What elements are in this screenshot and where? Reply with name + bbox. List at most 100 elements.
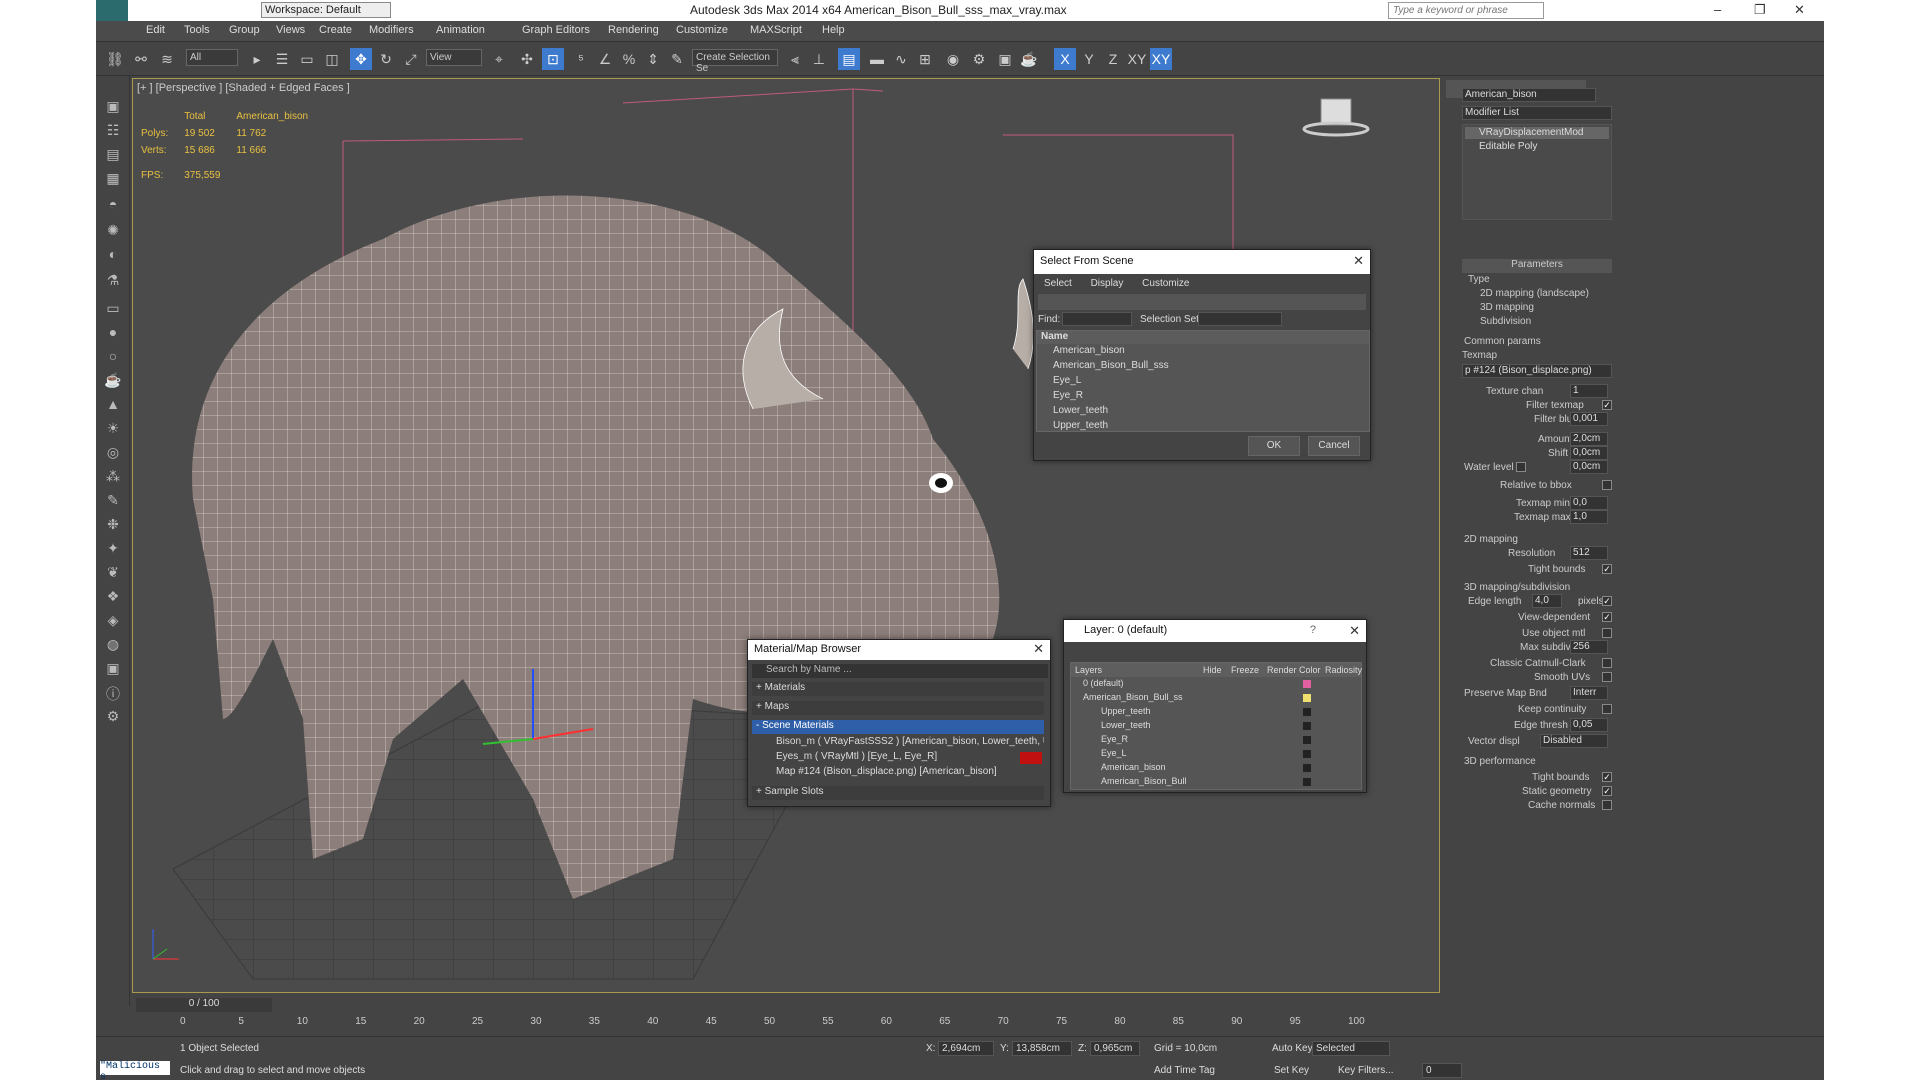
layer-row[interactable]: Lower_teeth — [1071, 720, 1361, 734]
search-input[interactable]: Type a keyword or phrase — [1388, 2, 1544, 19]
menu-customize[interactable]: Customize — [676, 24, 728, 36]
texmap-button[interactable]: p #124 (Bison_displace.png) — [1462, 364, 1612, 378]
tools-icon[interactable]: ⚙ — [102, 708, 124, 728]
cone-icon[interactable]: ▲ — [102, 396, 124, 416]
set-key-button[interactable]: Set Key — [1274, 1065, 1309, 1076]
tight-bounds2-checkbox[interactable]: ✓ — [1602, 772, 1612, 782]
helper-icon[interactable]: ◐ — [102, 246, 124, 266]
menu-graph-editors[interactable]: Graph Editors — [522, 24, 590, 36]
teapot-icon[interactable]: ☕ — [102, 372, 124, 392]
render-icon[interactable]: ☕ — [1018, 48, 1040, 70]
layer-color-swatch[interactable] — [1303, 736, 1311, 744]
material-item[interactable]: Map #124 (Bison_displace.png) [American_… — [762, 766, 1044, 780]
menu-rendering[interactable]: Rendering — [608, 24, 659, 36]
auto-key-button[interactable]: Auto Key — [1272, 1043, 1313, 1054]
menu-views[interactable]: Views — [276, 24, 305, 36]
rendered-frame-icon[interactable]: ▣ — [994, 48, 1016, 70]
layer-row[interactable]: American_Bison_Bull_ss — [1071, 692, 1361, 706]
viewcube-icon[interactable] — [1302, 98, 1370, 137]
menu-maxscript[interactable]: MAXScript — [750, 24, 802, 36]
layer-color-swatch[interactable] — [1303, 764, 1311, 772]
help-icon[interactable]: ? — [1310, 624, 1316, 636]
layer-row[interactable]: Eye_R — [1071, 734, 1361, 748]
layer-color-swatch[interactable] — [1303, 778, 1311, 786]
static-geometry-checkbox[interactable]: ✓ — [1602, 786, 1612, 796]
material-editor-icon[interactable]: ◉ — [942, 48, 964, 70]
filter-blur-input[interactable]: 0,001 — [1570, 412, 1608, 426]
unlink-icon[interactable]: ⚯ — [130, 48, 152, 70]
sphere-icon[interactable]: ● — [102, 324, 124, 344]
container-icon[interactable]: ▣ — [102, 98, 124, 118]
menu-animation[interactable]: Animation — [436, 24, 485, 36]
hair-icon[interactable]: ⁂ — [102, 468, 124, 488]
bind-space-warp-icon[interactable]: ≋ — [156, 48, 178, 70]
y-coordinate-input[interactable]: 13,858cm — [1012, 1041, 1072, 1056]
layer-row[interactable]: American_Bison_Bull — [1071, 776, 1361, 790]
layer-color-swatch[interactable] — [1303, 750, 1311, 758]
object-name-field[interactable]: American_bison — [1462, 88, 1596, 102]
menu-group[interactable]: Group — [229, 24, 260, 36]
rect-select-icon[interactable]: ▭ — [296, 48, 318, 70]
select-by-name-icon[interactable]: ☰ — [271, 48, 293, 70]
spinner-snap-icon[interactable]: ⇕ — [642, 48, 664, 70]
scale-icon[interactable]: ⤢ — [400, 48, 422, 70]
menu-modifiers[interactable]: Modifiers — [369, 24, 414, 36]
use-object-mtl-checkbox[interactable] — [1602, 628, 1612, 638]
keep-continuity-checkbox[interactable] — [1602, 704, 1612, 714]
key-mode-dropdown[interactable]: Selected — [1312, 1041, 1390, 1056]
maxscript-listener[interactable]: "Malicious s — [100, 1061, 170, 1080]
key-filters-button[interactable]: Key Filters... — [1338, 1065, 1394, 1076]
type-3d-radio[interactable]: 3D mapping — [1480, 302, 1534, 313]
layer-color-swatch[interactable] — [1303, 694, 1311, 702]
section-materials[interactable]: + Materials — [752, 682, 1044, 696]
light-icon[interactable]: ✺ — [102, 222, 124, 242]
stack-item-editable-poly[interactable]: Editable Poly — [1465, 141, 1609, 153]
move-icon[interactable]: ✥ — [350, 48, 372, 70]
section-scene-materials[interactable]: - Scene Materials — [752, 720, 1044, 734]
layers-icon[interactable]: ▤ — [102, 146, 124, 166]
layer-color-swatch[interactable] — [1303, 680, 1311, 688]
vector-displ-dropdown[interactable]: Disabled — [1540, 734, 1608, 748]
col-layers[interactable]: Layers — [1075, 665, 1102, 675]
particles-icon[interactable]: ❉ — [102, 516, 124, 536]
type-subdivision-radio[interactable]: Subdivision — [1480, 316, 1531, 327]
sun-icon[interactable]: ☀ — [102, 420, 124, 440]
axis-xy-button[interactable]: XY — [1126, 48, 1148, 70]
menu-create[interactable]: Create — [319, 24, 352, 36]
ribbon-icon[interactable]: ▬ — [866, 48, 888, 70]
curve-editor-icon[interactable]: ∿ — [890, 48, 912, 70]
edge-thresh-input[interactable]: 0,05 — [1570, 718, 1608, 732]
render-frame-icon[interactable]: ▣ — [102, 660, 124, 680]
selection-set-dropdown[interactable] — [1198, 312, 1282, 326]
cache-normals-checkbox[interactable] — [1602, 800, 1612, 810]
section-maps[interactable]: + Maps — [752, 701, 1044, 715]
stack-item-displacement[interactable]: VRayDisplacementMod — [1465, 127, 1609, 139]
app-logo-icon[interactable] — [96, 0, 128, 21]
axis-z-button[interactable]: Z — [1102, 48, 1124, 70]
percent-snap-icon[interactable]: % — [618, 48, 640, 70]
add-time-tag-button[interactable]: Add Time Tag — [1154, 1065, 1215, 1076]
rotate-icon[interactable]: ↻ — [375, 48, 397, 70]
layer-row[interactable]: American_bison — [1071, 762, 1361, 776]
maximize-icon[interactable]: ❐ — [1754, 2, 1766, 18]
texture-chan-input[interactable]: 1 — [1570, 384, 1608, 398]
x-coordinate-input[interactable]: 2,694cm — [938, 1041, 994, 1056]
resolution-input[interactable]: 512 — [1570, 546, 1608, 560]
pivot-center-icon[interactable]: ⌖ — [488, 48, 510, 70]
axis-xy-cycle-button[interactable]: XY — [1150, 48, 1172, 70]
frame-ruler[interactable]: 0 5 10 15 20 25 30 35 40 45 50 55 60 65 70 75 80 85 90 95 10… — [132, 1014, 1440, 1034]
mesh-icon[interactable]: ✦ — [102, 540, 124, 560]
column-name[interactable]: Name — [1037, 331, 1369, 344]
amount-input[interactable]: 2,0cm — [1570, 432, 1608, 446]
keyboard-shortcut-icon[interactable]: ⊡ — [542, 48, 564, 70]
close-icon[interactable]: ✕ — [1349, 623, 1360, 639]
layer-color-swatch[interactable] — [1303, 722, 1311, 730]
close-icon[interactable]: ✕ — [1033, 641, 1044, 657]
time-slider[interactable]: 0 / 100 — [136, 998, 272, 1012]
camera-icon[interactable]: ◓ — [102, 196, 124, 216]
tab-select[interactable]: Select — [1044, 278, 1072, 289]
preserve-map-dropdown[interactable]: Interr — [1570, 686, 1608, 700]
render-setup-icon[interactable]: ⚙ — [968, 48, 990, 70]
pixels-checkbox[interactable]: ✓ — [1602, 596, 1612, 606]
col-radiosity[interactable]: Radiosity — [1325, 665, 1362, 675]
